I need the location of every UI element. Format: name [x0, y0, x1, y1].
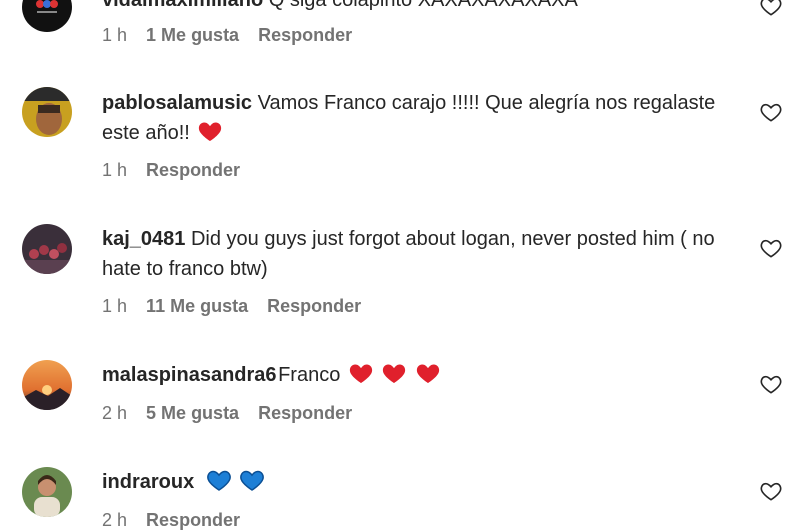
- comment-username[interactable]: vidalmaximiliano: [102, 0, 263, 11]
- comment-time: 1 h: [102, 25, 128, 45]
- red-heart-emoji: [381, 362, 407, 393]
- comment-meta: 2 h 5 Me gusta Responder: [102, 403, 366, 424]
- comment-likes[interactable]: 11 Me gusta: [146, 296, 248, 316]
- avatar[interactable]: [22, 467, 72, 517]
- comment-body: Did you guys just forgot about logan, ne…: [102, 228, 715, 280]
- comment-likes[interactable]: 1 Me gusta: [146, 25, 239, 45]
- comment-text: vidalmaximiliano Q siga colapinto XAXAXA…: [102, 0, 722, 15]
- comment-time: 1 h: [102, 160, 128, 180]
- comment-text: kaj_0481 Did you guys just forgot about …: [102, 224, 722, 284]
- avatar[interactable]: [22, 87, 72, 137]
- reply-button[interactable]: Responder: [267, 296, 361, 316]
- comment-username[interactable]: pablosalamusic: [102, 92, 252, 114]
- comment-body: Franco: [278, 364, 341, 386]
- comment-meta: 2 h Responder: [102, 510, 254, 531]
- heart-outline-icon[interactable]: [760, 0, 782, 16]
- comment-meta: 1 h 1 Me gusta Responder: [102, 25, 366, 46]
- comment-text: pablosalamusic Vamos Franco carajo !!!!!…: [102, 88, 722, 151]
- reply-button[interactable]: Responder: [258, 403, 352, 423]
- reply-button[interactable]: Responder: [258, 25, 352, 45]
- blue-heart-emoji: [239, 469, 265, 500]
- comment-text: indraroux: [102, 467, 722, 500]
- red-heart-emoji: [348, 362, 374, 393]
- avatar[interactable]: [22, 0, 72, 32]
- heart-outline-icon[interactable]: [760, 238, 782, 258]
- comment-username[interactable]: indraroux: [102, 471, 194, 493]
- heart-outline-icon[interactable]: [760, 481, 782, 501]
- red-heart-emoji: [197, 120, 223, 151]
- avatar[interactable]: [22, 360, 72, 410]
- reply-button[interactable]: Responder: [146, 160, 240, 180]
- reply-button[interactable]: Responder: [146, 510, 240, 530]
- comment-meta: 1 h 11 Me gusta Responder: [102, 296, 375, 317]
- comment-meta: 1 h Responder: [102, 160, 254, 181]
- comment-text: malaspinasandra6 Franco: [102, 360, 722, 393]
- heart-outline-icon[interactable]: [760, 102, 782, 122]
- comment-time: 1 h: [102, 296, 128, 316]
- comment-time: 2 h: [102, 510, 128, 530]
- comment-time: 2 h: [102, 403, 128, 423]
- comment-username[interactable]: kaj_0481: [102, 228, 185, 250]
- red-heart-emoji: [415, 362, 441, 393]
- comment-likes[interactable]: 5 Me gusta: [146, 403, 239, 423]
- blue-heart-emoji: [206, 469, 232, 500]
- avatar[interactable]: [22, 224, 72, 274]
- comment-body: Q siga colapinto XAXAXAXAXAXA: [268, 0, 578, 11]
- comment-username[interactable]: malaspinasandra6: [102, 364, 277, 386]
- heart-outline-icon[interactable]: [760, 374, 782, 394]
